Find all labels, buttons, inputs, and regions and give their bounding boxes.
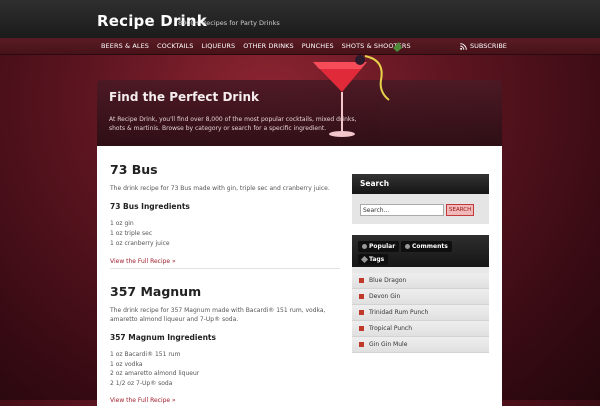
list-item[interactable]: Trinidad Rum Punch [352,305,489,321]
tag-icon [360,255,369,264]
nav-item-other-drinks[interactable]: OTHER DRINKS [243,42,294,50]
hero-banner: Find the Perfect Drink At Recipe Drink, … [97,80,502,146]
search-widget-title: Search [352,174,489,194]
bullet-icon [359,326,364,331]
view-full-recipe-link[interactable]: View the Full Recipe » [110,397,340,404]
site-tagline: 8000+ Recipes for Party Drinks [178,19,280,27]
list-item[interactable]: Blue Dragon [352,273,489,289]
list-item-label: Tropical Punch [369,325,413,332]
list-item[interactable]: Gin Gin Mule [352,337,489,353]
tabs-header: Popular Comments Tags [352,235,489,267]
nav-item-liqueurs[interactable]: LIQUEURS [201,42,235,50]
tab-label: Popular [369,243,396,250]
post-divider [110,268,340,269]
rss-icon [460,42,467,50]
bullet-icon [359,342,364,347]
ingredients-list: 1 oz Bacardi® 151 rum 1 oz vodka 2 oz am… [110,350,340,388]
bullet-icon [359,294,364,299]
list-item[interactable]: Devon Gin [352,289,489,305]
list-item[interactable]: Tropical Punch [352,321,489,337]
subscribe-link[interactable]: SUBSCRIBE [460,38,507,54]
hero-title: Find the Perfect Drink [109,90,259,104]
list-item-label: Gin Gin Mule [369,341,408,348]
post-357-magnum: 357 Magnum The drink recipe for 357 Magn… [110,284,340,404]
comments-icon [405,244,410,249]
ingredient-item: 1 oz vodka [110,360,143,368]
popular-icon [362,244,367,249]
search-widget: Search SEARCH [352,174,489,224]
tab-label: Comments [412,243,448,250]
search-button[interactable]: SEARCH [446,204,475,216]
header-bar: Recipe Drink 8000+ Recipes for Party Dri… [0,0,600,38]
ingredient-item: 1 oz Bacardi® 151 rum [110,351,181,358]
bullet-icon [359,310,364,315]
nav-item-beers-ales[interactable]: BEERS & ALES [101,42,149,50]
ingredient-item: 2 oz amaretto almond liqueur [110,370,200,377]
tab-comments[interactable]: Comments [401,241,452,252]
post-73-bus: 73 Bus The drink recipe for 73 Bus made … [110,162,340,265]
search-form: SEARCH [360,204,475,216]
list-item-label: Trinidad Rum Punch [369,309,429,316]
nav-item-cocktails[interactable]: COCKTAILS [157,42,193,50]
tab-popular[interactable]: Popular [358,241,400,252]
ingredient-item: 1 oz triple sec [110,230,153,237]
post-description: The drink recipe for 73 Bus made with gi… [110,185,330,192]
ingredient-item: 2 1/2 oz 7-Up® soda [110,379,173,387]
subscribe-label: SUBSCRIBE [470,42,507,50]
ingredients-heading: 73 Bus Ingredients [110,202,190,211]
post-description: The drink recipe for 357 Magnum made wit… [110,307,326,323]
list-item-label: Devon Gin [369,293,401,300]
list-item-label: Blue Dragon [369,277,407,284]
tab-label: Tags [369,256,385,263]
search-input[interactable] [360,204,444,216]
ingredient-item: 1 oz cranberry juice [110,240,170,247]
view-full-recipe-link[interactable]: View the Full Recipe » [110,258,340,265]
post-title[interactable]: 73 Bus [110,162,340,177]
ingredient-item: 1 oz gin [110,220,134,227]
tab-tags[interactable]: Tags [358,254,389,265]
ingredients-heading: 357 Magnum Ingredients [110,333,216,342]
main-nav: BEERS & ALES COCKTAILS LIQUEURS OTHER DR… [0,38,600,55]
popular-list: Blue Dragon Devon Gin Trinidad Rum Punch… [352,273,489,353]
cocktail-glass-image [313,42,402,137]
post-title[interactable]: 357 Magnum [110,284,340,299]
ingredients-list: 1 oz gin 1 oz triple sec 1 oz cranberry … [110,219,340,249]
bullet-icon [359,278,364,283]
tabs-widget: Popular Comments Tags Blue Dragon Devon … [352,235,489,353]
